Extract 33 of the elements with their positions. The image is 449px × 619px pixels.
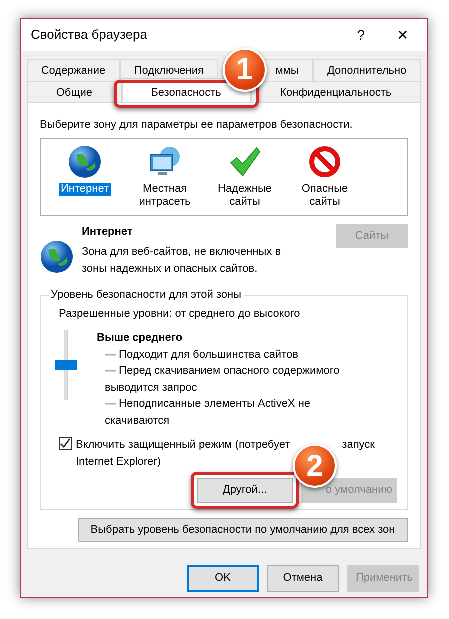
zone-item[interactable]: Надежные сайты <box>209 144 281 209</box>
close-button[interactable]: ✕ <box>389 24 417 46</box>
checkbox-label: запуск <box>342 438 375 454</box>
ok-button[interactable]: OK <box>187 565 259 592</box>
level-detail: — Подходит для большинства сайтов <box>105 348 300 363</box>
tab[interactable]: Содержание <box>27 59 120 80</box>
zone-prompt: Выберите зону для параметры ее параметров безопасности. <box>40 118 354 133</box>
tab[interactable]: Общие <box>27 80 122 102</box>
level-name: Выше среднего <box>97 331 184 346</box>
protected-mode-checkbox[interactable] <box>59 437 72 450</box>
zone-description: Зона для веб-сайтов, не включенных в зоны надежных и опасных сайтов. <box>82 245 282 277</box>
zone-item[interactable]: Местная интрасеть <box>129 144 201 209</box>
zone-item[interactable]: Опасные сайты <box>289 144 361 209</box>
checkbox-label: Включить защищенный режим (потребует <box>76 438 290 454</box>
no-entry-icon <box>308 144 342 178</box>
level-detail: — Перед скачиванием опасного содержимого выводится запрос <box>105 364 341 396</box>
slider-thumb[interactable] <box>55 360 77 370</box>
zone-item[interactable]: Интернет <box>49 144 121 209</box>
checkmark-icon <box>228 144 262 178</box>
globe-icon <box>40 240 74 274</box>
level-detail: — Неподписанные элементы ActiveX не скачиваются <box>105 397 312 429</box>
reset-all-zones-button[interactable]: Выбрать уровень безопасности по умолчанию для всех зон <box>78 518 408 542</box>
globe-icon <box>68 144 102 178</box>
window-title: Свойства браузера <box>31 26 148 44</box>
allowed-levels: Разрешенные уровни: от среднего до высокого <box>59 306 302 322</box>
zone-title: Интернет <box>82 224 134 240</box>
group-legend: Уровень безопасности для этой зоны <box>49 287 244 304</box>
cancel-button[interactable]: Отмена <box>267 565 339 592</box>
checkbox-label: Internet Explorer) <box>76 454 161 470</box>
help-button[interactable]: ? <box>349 24 373 46</box>
tab[interactable]: Конфиденциальность <box>250 80 421 102</box>
tab[interactable]: Дополнительно <box>313 59 422 80</box>
custom-level-button[interactable]: Другой... <box>197 478 293 503</box>
